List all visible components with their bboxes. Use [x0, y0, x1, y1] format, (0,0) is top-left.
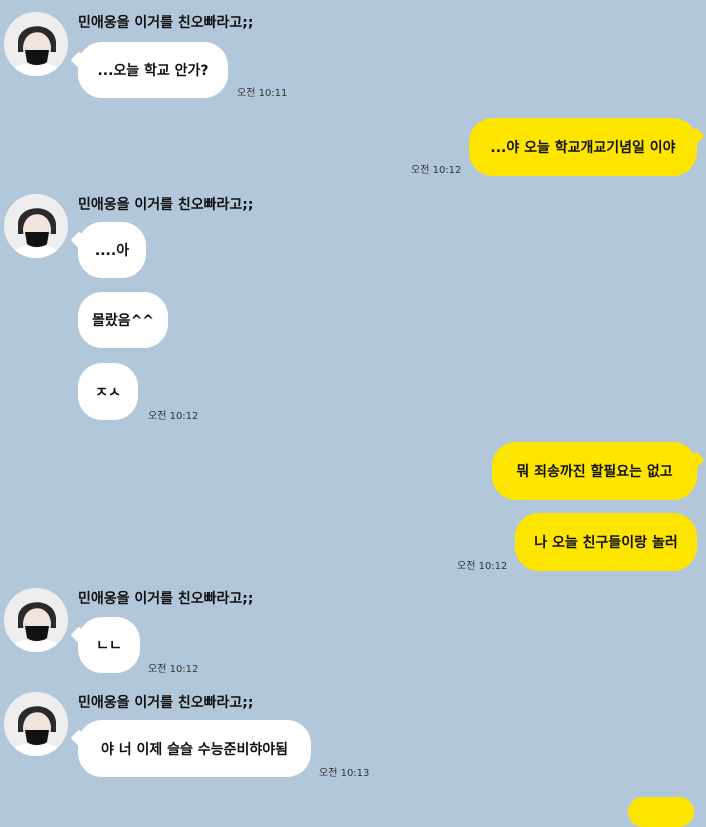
message-text: ....아 [94, 243, 130, 259]
message-time: 오전 10:11 [237, 88, 288, 99]
profile-photo [4, 194, 68, 258]
profile-photo [4, 588, 68, 652]
outgoing-message-bubble[interactable]: 뭐 죄송까진 할필요는 없고 [492, 442, 697, 500]
incoming-message-bubble[interactable]: ㄴㄴ [78, 617, 140, 673]
message-text: ...오늘 학교 안가? [97, 63, 209, 79]
profile-photo [4, 692, 68, 756]
incoming-message-bubble[interactable]: 야 너 이제 슬슬 수능준비햐야됨 [78, 720, 311, 777]
sender-name: 민애옹을 이거를 친오빠라고;; [78, 15, 254, 31]
message-text: ㄴㄴ [96, 638, 122, 654]
avatar[interactable] [4, 588, 68, 652]
message-time: 오전 10:12 [148, 411, 199, 422]
message-text: ㅈㅅ [95, 384, 121, 401]
avatar[interactable] [4, 692, 68, 756]
incoming-message-bubble[interactable]: 몰랐음^^ [78, 292, 168, 348]
message-text: 나 오늘 친구들이랑 놀러 [534, 535, 678, 551]
incoming-message-bubble[interactable]: ...오늘 학교 안가? [78, 42, 228, 98]
outgoing-message-bubble-partial[interactable] [628, 797, 694, 827]
message-time: 오전 10:12 [457, 561, 508, 572]
incoming-message-bubble[interactable]: ....아 [78, 222, 146, 278]
outgoing-message-bubble[interactable]: 나 오늘 친구들이랑 놀러 [515, 513, 697, 571]
message-text: 뭐 죄송까진 할필요는 없고 [516, 464, 673, 480]
outgoing-message-bubble[interactable]: ...야 오늘 학교개교기념일 이야 [469, 118, 697, 176]
message-text: 야 너 이제 슬슬 수능준비햐야됨 [101, 741, 288, 758]
sender-name: 민애옹을 이거를 친오빠라고;; [78, 197, 254, 213]
chat-screen: { "colors": { "background": "#b2c7da", "… [0, 0, 706, 827]
profile-photo [4, 12, 68, 76]
message-time: 오전 10:12 [411, 165, 462, 176]
message-text: ...야 오늘 학교개교기념일 이야 [490, 140, 676, 156]
message-time: 오전 10:13 [319, 768, 370, 779]
incoming-message-bubble[interactable]: ㅈㅅ [78, 363, 138, 420]
message-text: 몰랐음^^ [91, 313, 155, 329]
sender-name: 민애옹을 이거를 친오빠라고;; [78, 591, 254, 607]
message-time: 오전 10:12 [148, 664, 199, 675]
avatar[interactable] [4, 194, 68, 258]
avatar[interactable] [4, 12, 68, 76]
sender-name: 민애옹을 이거를 친오빠라고;; [78, 695, 254, 711]
